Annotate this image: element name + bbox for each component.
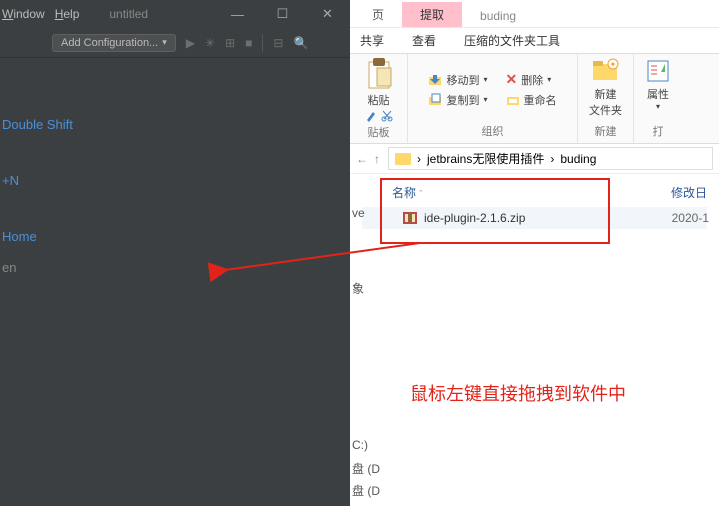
rename-button[interactable]: 重命名: [506, 92, 557, 108]
window-controls: ― ☐ ✕: [215, 0, 350, 28]
ribbon-group-new: 新建: [595, 121, 617, 141]
copyto-button[interactable]: 复制到▾: [428, 92, 487, 108]
search-icon[interactable]: 🔍: [293, 36, 308, 50]
ribbon-group-organize: 组织: [482, 121, 504, 141]
ide-title: untitled: [109, 7, 148, 21]
file-name: ide-plugin-2.1.6.zip: [424, 211, 525, 225]
ide-window: Window Help untitled ― ☐ ✕ Add Configura…: [0, 0, 350, 506]
delete-button[interactable]: ✕删除▾: [506, 71, 557, 88]
moveto-button[interactable]: 移动到▾: [428, 72, 487, 88]
sidepanel-item[interactable]: 盘 (D: [352, 482, 380, 499]
moveto-icon: [428, 73, 442, 87]
maximize-button[interactable]: ☐: [260, 0, 305, 28]
structure-icon[interactable]: ⊟: [273, 36, 283, 50]
copyto-icon: [428, 93, 442, 107]
shortcut-search-everywhere: Double Shift: [2, 116, 348, 134]
explorer-top-tabs: 页 提取 buding: [350, 0, 719, 28]
sidepanel-item[interactable]: 象: [352, 280, 364, 297]
rename-icon: [506, 93, 520, 107]
shortcut-new: +N: [2, 172, 348, 190]
explorer-cmd-tabs: 共享 查看 压缩的文件夹工具: [350, 28, 719, 54]
ide-toolbar: Add Configuration... ▶ ✳ ⊞ ■ ⊟ 🔍: [0, 28, 350, 58]
debug-icon[interactable]: ✳: [205, 36, 215, 50]
stop-icon[interactable]: ■: [245, 36, 252, 50]
shortcut-en: en: [2, 259, 348, 277]
svg-text:✦: ✦: [609, 60, 616, 69]
address-path[interactable]: › jetbrains无限使用插件 › buding: [388, 147, 713, 170]
clipboard-icon: [365, 58, 393, 90]
add-configuration-button[interactable]: Add Configuration...: [52, 34, 176, 52]
sidepanel-item[interactable]: 盘 (D: [352, 460, 380, 477]
scissors-icon[interactable]: [381, 110, 393, 122]
path-sep: ›: [550, 152, 554, 166]
file-row[interactable]: ide-plugin-2.1.6.zip 2020-1: [362, 207, 707, 229]
path-crumb-1[interactable]: jetbrains无限使用插件: [427, 150, 544, 167]
ribbon-group-clipboard: 贴板: [368, 122, 390, 142]
file-list: 名称 ˆ 修改日 ide-plugin-2.1.6.zip 2020-1: [350, 174, 719, 235]
separator: [262, 34, 263, 52]
file-explorer: 页 提取 buding 共享 查看 压缩的文件夹工具 粘贴 贴板 移动到▾ 复制…: [350, 0, 719, 506]
address-bar: ← ↑ › jetbrains无限使用插件 › buding: [350, 144, 719, 174]
column-headers: 名称 ˆ 修改日: [362, 180, 707, 207]
ribbon: 粘贴 贴板 移动到▾ 复制到▾ ✕删除▾ 重命名 组织: [350, 54, 719, 144]
path-crumb-2[interactable]: buding: [560, 152, 596, 166]
run-icon[interactable]: ▶: [186, 36, 195, 50]
sidepanel-item[interactable]: C:): [352, 438, 368, 452]
newfolder-button[interactable]: ✦ 新建 文件夹: [589, 58, 622, 118]
tab-extract[interactable]: 提取: [402, 2, 462, 27]
cmdtab-archive-tools[interactable]: 压缩的文件夹工具: [464, 32, 560, 49]
properties-button[interactable]: 属性▾: [645, 58, 671, 111]
column-name[interactable]: 名称 ˆ: [392, 184, 422, 201]
nav-back-icon[interactable]: ←: [356, 152, 368, 166]
delete-icon: ✕: [506, 71, 518, 88]
path-sep: ›: [417, 152, 421, 166]
file-date: 2020-1: [672, 211, 709, 225]
column-date[interactable]: 修改日: [671, 184, 707, 201]
folder-icon: [395, 153, 411, 165]
brush-icon[interactable]: [365, 110, 377, 122]
tab-buding[interactable]: buding: [462, 5, 534, 27]
coverage-icon[interactable]: ⊞: [225, 36, 235, 50]
menu-help[interactable]: Help: [55, 7, 80, 21]
nav-up-icon[interactable]: ↑: [374, 152, 380, 166]
annotation-text: 鼠标左键直接拖拽到软件中: [410, 380, 626, 406]
properties-icon: [645, 58, 671, 84]
cmdtab-share[interactable]: 共享: [360, 32, 384, 49]
close-button[interactable]: ✕: [305, 0, 350, 28]
cmdtab-view[interactable]: 查看: [412, 32, 436, 49]
ide-welcome: Double Shift +N Home en: [0, 58, 350, 297]
newfolder-icon: ✦: [591, 58, 621, 84]
minimize-button[interactable]: ―: [215, 0, 260, 28]
paste-button[interactable]: 粘贴: [365, 58, 393, 108]
shortcut-home: Home: [2, 228, 348, 246]
tab-main[interactable]: 页: [354, 2, 402, 27]
zip-file-icon: [402, 210, 418, 226]
sidepanel-item[interactable]: ve: [352, 206, 365, 220]
ribbon-group-open: 打: [653, 121, 664, 141]
menu-window[interactable]: Window: [2, 7, 45, 21]
